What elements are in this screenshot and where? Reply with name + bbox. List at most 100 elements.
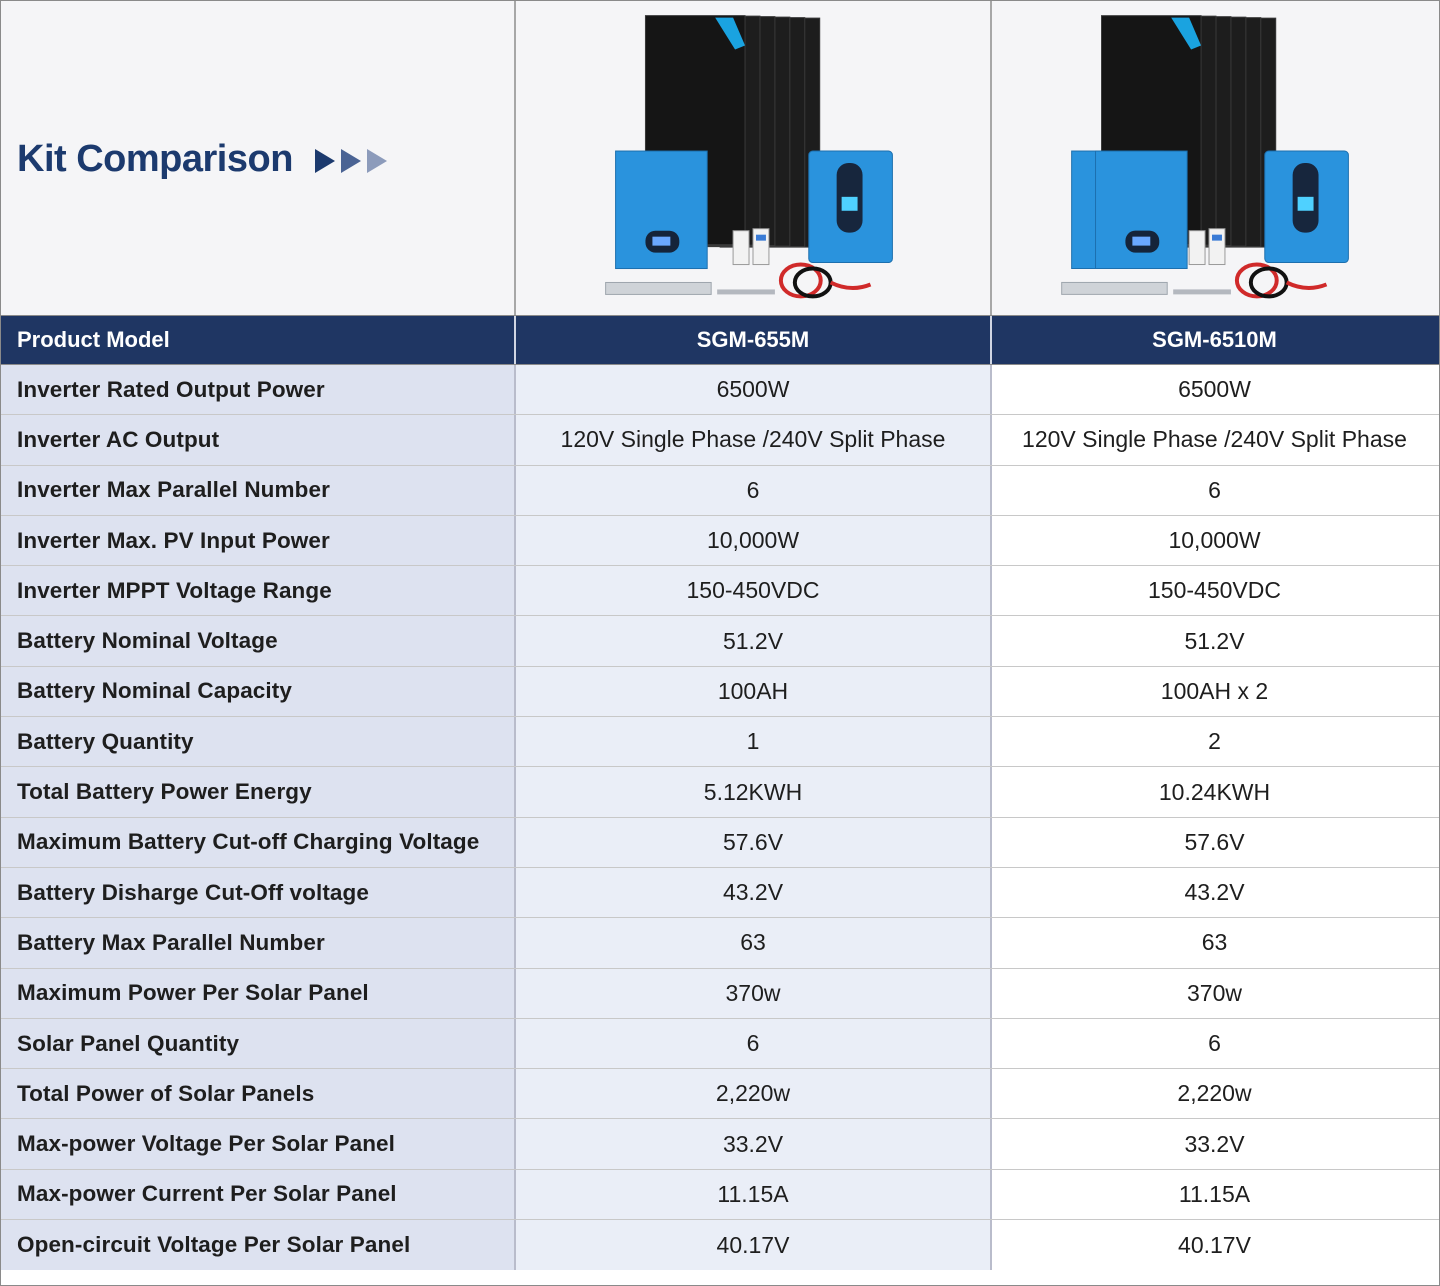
spec-value-model-2: 43.2V [990, 867, 1437, 918]
table-row: Total Power of Solar Panels 2,220w 2,220w [1, 1069, 1439, 1120]
spec-label: Maximum Power Per Solar Panel [1, 968, 514, 1018]
spec-value-model-2: 10.24KWH [990, 767, 1437, 817]
spec-label: Open-circuit Voltage Per Solar Panel [1, 1220, 514, 1271]
table-row: Maximum Battery Cut-off Charging Voltage… [1, 817, 1439, 868]
table-row: Inverter MPPT Voltage Range 150-450VDC 150… [1, 566, 1439, 617]
spec-value-model-1: 40.17V [514, 1220, 990, 1271]
spec-value-model-2: 150-450VDC [990, 566, 1437, 616]
spec-value-model-1: 1 [514, 717, 990, 767]
table-row: Total Battery Power Energy 5.12KWH 10.24KW… [1, 767, 1439, 818]
table-row: Inverter Max. PV Input Power 10,000W 10,00… [1, 515, 1439, 567]
inverter-screen [841, 196, 858, 211]
spec-rows: Inverter Rated Output Power 6500W 6500W Inv… [1, 365, 1439, 1271]
table-row: Inverter Rated Output Power 6500W 6500W [1, 365, 1439, 416]
spec-value-model-1: 6 [514, 465, 990, 515]
comparison-table: Kit Comparison Product Model SGM-655M SG… [0, 0, 1440, 1286]
spec-value-model-2: 10,000W [990, 515, 1437, 566]
mounting-rails [605, 281, 775, 295]
spec-label: Inverter Max Parallel Number [1, 465, 514, 515]
mounting-rails [1061, 281, 1231, 295]
spec-value-model-1: 43.2V [514, 867, 990, 918]
header-label: Product Model [17, 327, 170, 352]
model-name-1: SGM-655M [514, 316, 990, 364]
spec-value-model-1: 11.15A [514, 1169, 990, 1220]
spec-label: Max-power Current Per Solar Panel [1, 1169, 514, 1220]
table-row: Max-power Current Per Solar Panel 11.15A 1… [1, 1169, 1439, 1221]
spec-value-model-1: 57.6V [514, 817, 990, 867]
spec-value-model-2: 100AH x 2 [990, 666, 1437, 717]
kit-image-sgm-655m [605, 15, 893, 299]
spec-value-model-1: 63 [514, 918, 990, 968]
cables [778, 262, 872, 299]
table-row: Battery Max Parallel Number 63 63 [1, 918, 1439, 969]
breaker-switch [755, 234, 766, 241]
spec-value-model-2: 120V Single Phase /240V Split Phase [990, 415, 1437, 465]
spec-value-model-1: 33.2V [514, 1119, 990, 1169]
battery-group [1071, 150, 1188, 270]
spec-value-model-1: 2,220w [514, 1069, 990, 1119]
spec-value-model-2: 40.17V [990, 1220, 1437, 1271]
breaker [752, 228, 770, 266]
table-header: Product Model SGM-655M SGM-6510M [1, 316, 1439, 365]
screws [1173, 289, 1231, 295]
spec-value-model-2: 33.2V [990, 1119, 1437, 1169]
spec-value-model-2: 63 [990, 918, 1437, 968]
spec-value-model-1: 6500W [514, 365, 990, 415]
spec-label: Inverter AC Output [1, 415, 514, 465]
table-row: Battery Nominal Voltage 51.2V 51.2V [1, 616, 1439, 667]
spec-value-model-2: 6 [990, 465, 1437, 515]
cable-lead [1285, 280, 1328, 290]
spec-label: Inverter Max. PV Input Power [1, 515, 514, 566]
rail [1061, 281, 1168, 295]
battery-screen [1132, 236, 1151, 246]
spec-value-model-1: 6 [514, 1018, 990, 1069]
breaker [1208, 228, 1226, 266]
table-row: Solar Panel Quantity 6 6 [1, 1018, 1439, 1070]
inverter [1264, 150, 1349, 264]
spec-label: Maximum Battery Cut-off Charging Voltage [1, 817, 514, 867]
spec-label: Battery Quantity [1, 717, 514, 767]
table-row: Battery Nominal Capacity 100AH 100AH x 2 [1, 666, 1439, 718]
spec-value-model-1: 370w [514, 968, 990, 1018]
breaker [1188, 230, 1206, 266]
battery-screen [652, 236, 671, 246]
table-row: Inverter Max Parallel Number 6 6 [1, 465, 1439, 516]
spec-label: Inverter MPPT Voltage Range [1, 566, 514, 616]
model-name-2: SGM-6510M [990, 316, 1437, 364]
spec-value-model-2: 370w [990, 968, 1437, 1018]
cables [1234, 262, 1328, 299]
table-row: Maximum Power Per Solar Panel 370w 370w [1, 968, 1439, 1019]
spec-label: Battery Disharge Cut-Off voltage [1, 867, 514, 918]
spec-label: Inverter Rated Output Power [1, 365, 514, 415]
kit-image-cell-1 [514, 1, 990, 315]
spec-label: Total Power of Solar Panels [1, 1069, 514, 1119]
screws [717, 289, 775, 295]
spec-label: Battery Nominal Capacity [1, 666, 514, 717]
breaker-switch [1212, 234, 1222, 241]
spec-value-model-1: 120V Single Phase /240V Split Phase [514, 415, 990, 465]
spec-value-model-2: 11.15A [990, 1169, 1437, 1220]
battery-group [615, 150, 708, 270]
spec-value-model-2: 2 [990, 717, 1437, 767]
spec-label: Max-power Voltage Per Solar Panel [1, 1119, 514, 1169]
cable-lead [829, 280, 872, 290]
table-row: Battery Disharge Cut-Off voltage 43.2V 43.… [1, 867, 1439, 919]
spec-value-model-1: 100AH [514, 666, 990, 717]
title-cell: Kit Comparison [1, 1, 514, 315]
kit-image-cell-2 [990, 1, 1437, 315]
spec-value-model-2: 57.6V [990, 817, 1437, 867]
triple-arrow-icon [313, 146, 393, 176]
top-section: Kit Comparison [1, 1, 1439, 316]
spec-label: Solar Panel Quantity [1, 1018, 514, 1069]
rail [605, 281, 712, 295]
inverter [808, 150, 893, 264]
table-row: Inverter AC Output 120V Single Phase /240… [1, 415, 1439, 466]
spec-label: Battery Nominal Voltage [1, 616, 514, 666]
spec-label: Battery Max Parallel Number [1, 918, 514, 968]
spec-value-model-2: 6 [990, 1018, 1437, 1069]
table-row: Open-circuit Voltage Per Solar Panel 40.1… [1, 1220, 1439, 1271]
breaker [732, 230, 750, 266]
page-title: Kit Comparison [17, 137, 293, 180]
spec-value-model-1: 51.2V [514, 616, 990, 666]
spec-value-model-2: 6500W [990, 365, 1437, 415]
